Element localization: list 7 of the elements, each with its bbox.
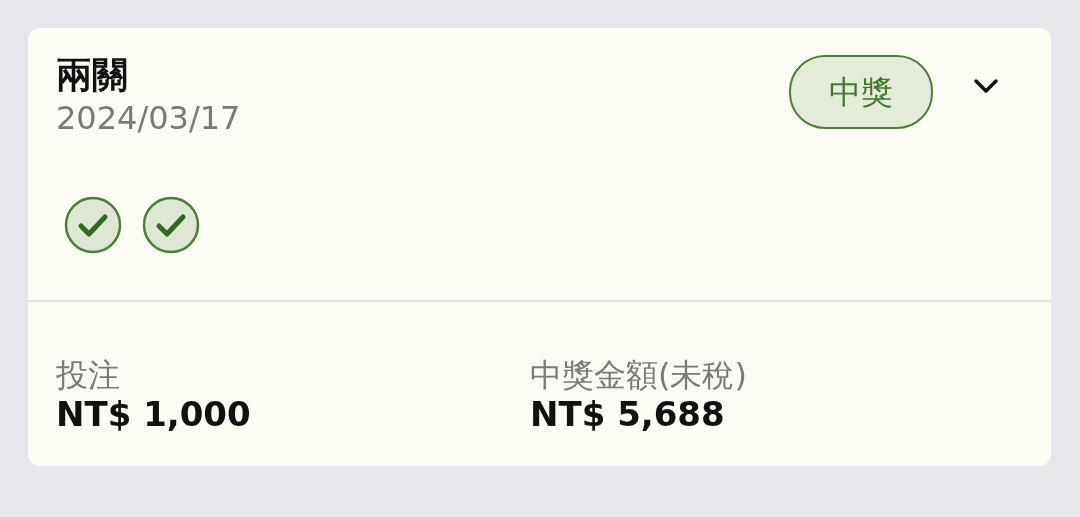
status-badge: 中獎	[789, 55, 933, 129]
amount-label: 投注	[56, 356, 121, 394]
bet-date: 2024/03/17	[56, 98, 242, 138]
bet-title: 兩關	[56, 53, 129, 97]
amount-label: 中獎金額(未稅)	[530, 356, 748, 394]
amount-value: NT$ 1,000	[56, 394, 252, 434]
amount-value: NT$ 5,688	[530, 394, 726, 434]
